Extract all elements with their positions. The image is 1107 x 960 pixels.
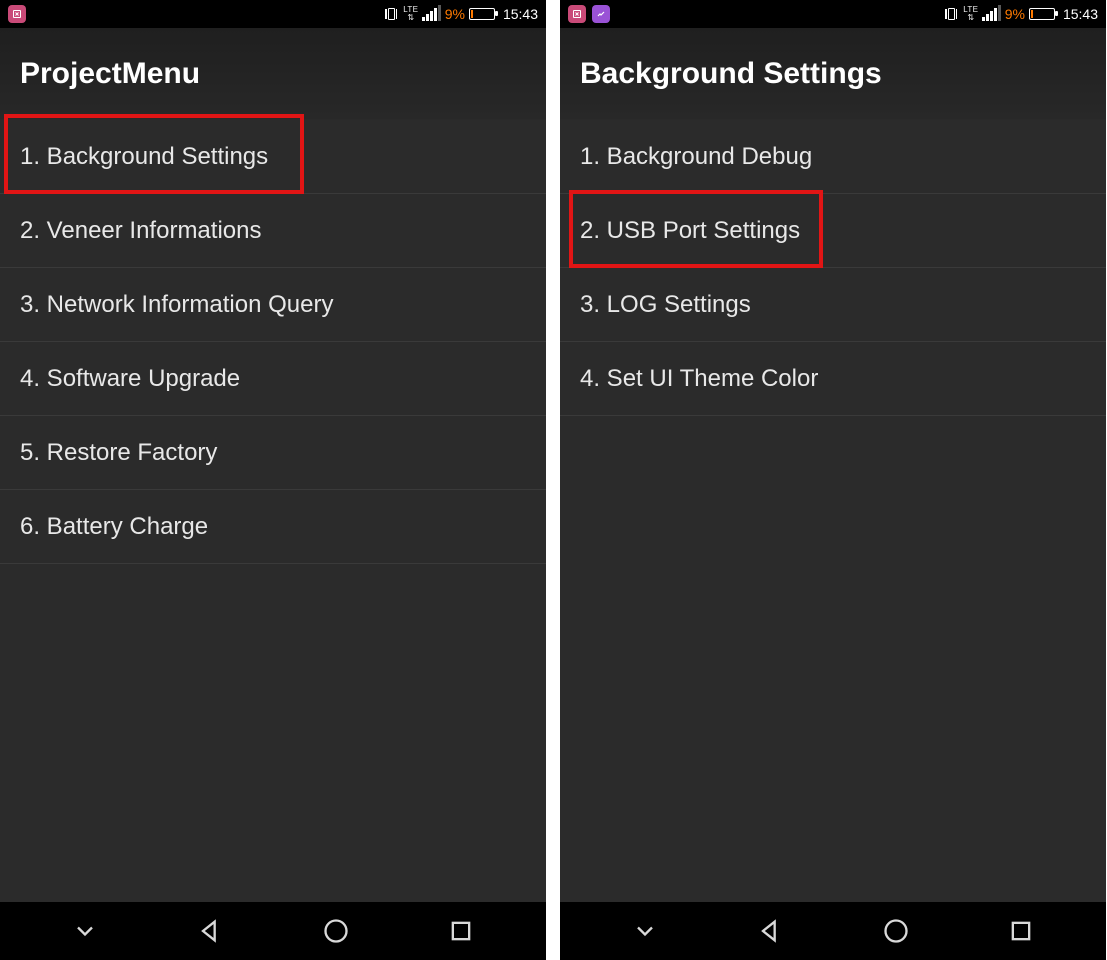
page-title: Background Settings (580, 57, 882, 91)
menu-item-restore-factory[interactable]: 5. Restore Factory (0, 416, 546, 490)
menu-item-label: 6. Battery Charge (20, 513, 208, 541)
vibrate-icon (385, 8, 397, 20)
menu-item-software-upgrade[interactable]: 4. Software Upgrade (0, 342, 546, 416)
screen-header: Background Settings (560, 28, 1106, 120)
network-lte-icon: LTE ⇅ (963, 6, 978, 22)
status-bar: LTE ⇅ 9% 15:43 (0, 0, 546, 28)
page-title: ProjectMenu (20, 57, 200, 91)
nav-home-button[interactable] (868, 911, 924, 951)
status-clock: 15:43 (1063, 6, 1098, 22)
menu-list: 1. Background Debug 2. USB Port Settings… (560, 120, 1106, 416)
notification-app-icon (568, 5, 586, 23)
status-left (568, 5, 610, 23)
menu-item-label: 2. USB Port Settings (580, 217, 800, 245)
notification-app-icon (8, 5, 26, 23)
nav-bar (0, 902, 546, 960)
menu-item-label: 4. Software Upgrade (20, 365, 240, 393)
battery-icon (469, 8, 495, 20)
status-clock: 15:43 (503, 6, 538, 22)
status-right: LTE ⇅ 9% 15:43 (385, 6, 538, 22)
phone-left: LTE ⇅ 9% 15:43 ProjectMenu 1. Background… (0, 0, 546, 960)
nav-bar (560, 902, 1106, 960)
nav-back-button[interactable] (742, 911, 798, 951)
menu-item-label: 3. Network Information Query (20, 291, 333, 319)
dual-phone-container: LTE ⇅ 9% 15:43 ProjectMenu 1. Background… (0, 0, 1107, 960)
menu-item-label: 5. Restore Factory (20, 439, 217, 467)
signal-bars-icon (982, 7, 1001, 21)
nav-recent-button[interactable] (433, 911, 489, 951)
menu-item-set-ui-theme-color[interactable]: 4. Set UI Theme Color (560, 342, 1106, 416)
menu-list: 1. Background Settings 2. Veneer Informa… (0, 120, 546, 564)
nav-recent-button[interactable] (993, 911, 1049, 951)
status-bar: LTE ⇅ 9% 15:43 (560, 0, 1106, 28)
battery-percentage: 9% (1005, 6, 1025, 22)
menu-item-usb-port-settings[interactable]: 2. USB Port Settings (560, 194, 1106, 268)
signal-bars-icon (422, 7, 441, 21)
battery-percentage: 9% (445, 6, 465, 22)
menu-item-label: 1. Background Debug (580, 143, 812, 171)
nav-hide-keyboard-button[interactable] (57, 911, 113, 951)
menu-item-battery-charge[interactable]: 6. Battery Charge (0, 490, 546, 564)
nav-hide-keyboard-button[interactable] (617, 911, 673, 951)
menu-item-network-information-query[interactable]: 3. Network Information Query (0, 268, 546, 342)
menu-item-log-settings[interactable]: 3. LOG Settings (560, 268, 1106, 342)
menu-item-background-debug[interactable]: 1. Background Debug (560, 120, 1106, 194)
nav-home-button[interactable] (308, 911, 364, 951)
vibrate-icon (945, 8, 957, 20)
menu-item-label: 1. Background Settings (20, 143, 268, 171)
menu-item-label: 3. LOG Settings (580, 291, 751, 319)
status-left (8, 5, 26, 23)
menu-item-veneer-informations[interactable]: 2. Veneer Informations (0, 194, 546, 268)
network-lte-icon: LTE ⇅ (403, 6, 418, 22)
menu-item-label: 2. Veneer Informations (20, 217, 261, 245)
menu-item-background-settings[interactable]: 1. Background Settings (0, 120, 546, 194)
battery-icon (1029, 8, 1055, 20)
phone-right: LTE ⇅ 9% 15:43 Background Settings 1. Ba… (560, 0, 1106, 960)
screen-header: ProjectMenu (0, 28, 546, 120)
notification-app-icon-2 (592, 5, 610, 23)
status-right: LTE ⇅ 9% 15:43 (945, 6, 1098, 22)
menu-item-label: 4. Set UI Theme Color (580, 365, 818, 393)
nav-back-button[interactable] (182, 911, 238, 951)
